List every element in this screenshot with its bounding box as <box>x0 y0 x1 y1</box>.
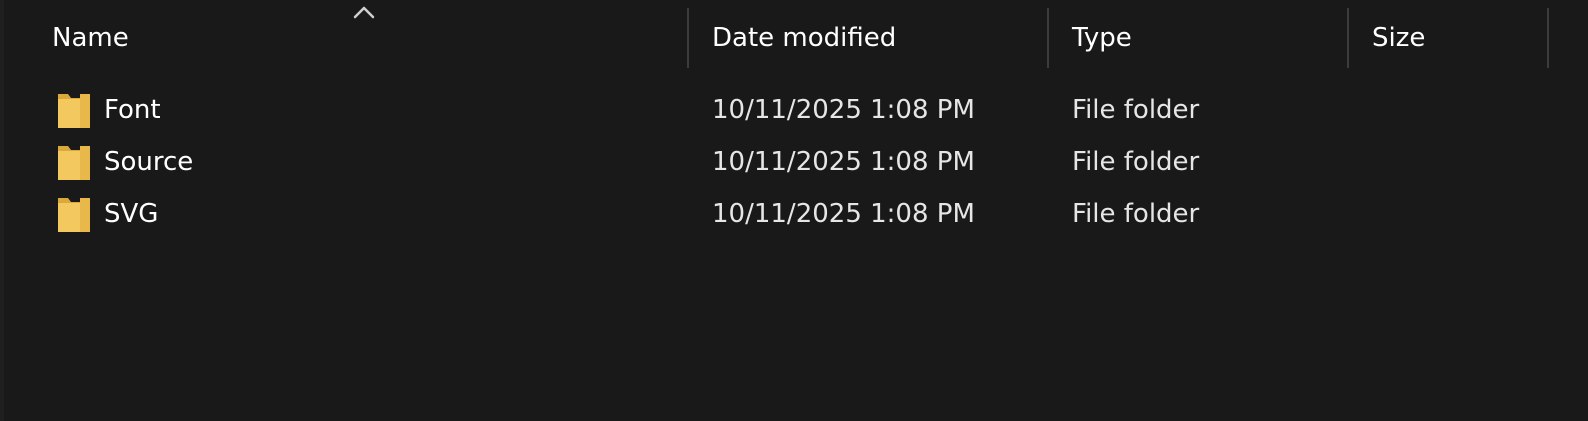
column-divider-type[interactable] <box>1347 8 1349 68</box>
column-header-type-label: Type <box>1072 23 1132 53</box>
file-name: SVG <box>104 199 159 229</box>
file-type: File folder <box>1072 199 1200 229</box>
folder-icon <box>58 198 90 232</box>
file-date-modified: 10/11/2025 1:08 PM <box>712 95 975 125</box>
column-header-bar: Name Date modified Type Size <box>0 0 1588 76</box>
column-header-date-label: Date modified <box>712 23 897 53</box>
column-header-name[interactable]: Name <box>36 0 696 76</box>
file-date-modified: 10/11/2025 1:08 PM <box>712 147 975 177</box>
column-header-date-modified[interactable]: Date modified <box>696 0 1056 76</box>
file-list-view: Name Date modified Type Size Font 10/11/… <box>0 0 1588 421</box>
file-row-svg[interactable]: SVG 10/11/2025 1:08 PM File folder <box>36 188 1556 240</box>
column-divider-size[interactable] <box>1547 8 1549 68</box>
file-row-font[interactable]: Font 10/11/2025 1:08 PM File folder <box>36 84 1556 136</box>
column-divider-name[interactable] <box>687 8 689 68</box>
column-header-size-label: Size <box>1372 23 1426 53</box>
column-divider-date[interactable] <box>1047 8 1049 68</box>
file-date-modified: 10/11/2025 1:08 PM <box>712 199 975 229</box>
folder-icon <box>58 146 90 180</box>
file-type: File folder <box>1072 147 1200 177</box>
column-header-name-label: Name <box>52 23 129 53</box>
file-row-source[interactable]: Source 10/11/2025 1:08 PM File folder <box>36 136 1556 188</box>
file-name: Source <box>104 147 194 177</box>
folder-icon <box>58 94 90 128</box>
file-name: Font <box>104 95 161 125</box>
column-header-size[interactable]: Size <box>1356 0 1556 76</box>
file-type: File folder <box>1072 95 1200 125</box>
column-header-type[interactable]: Type <box>1056 0 1356 76</box>
